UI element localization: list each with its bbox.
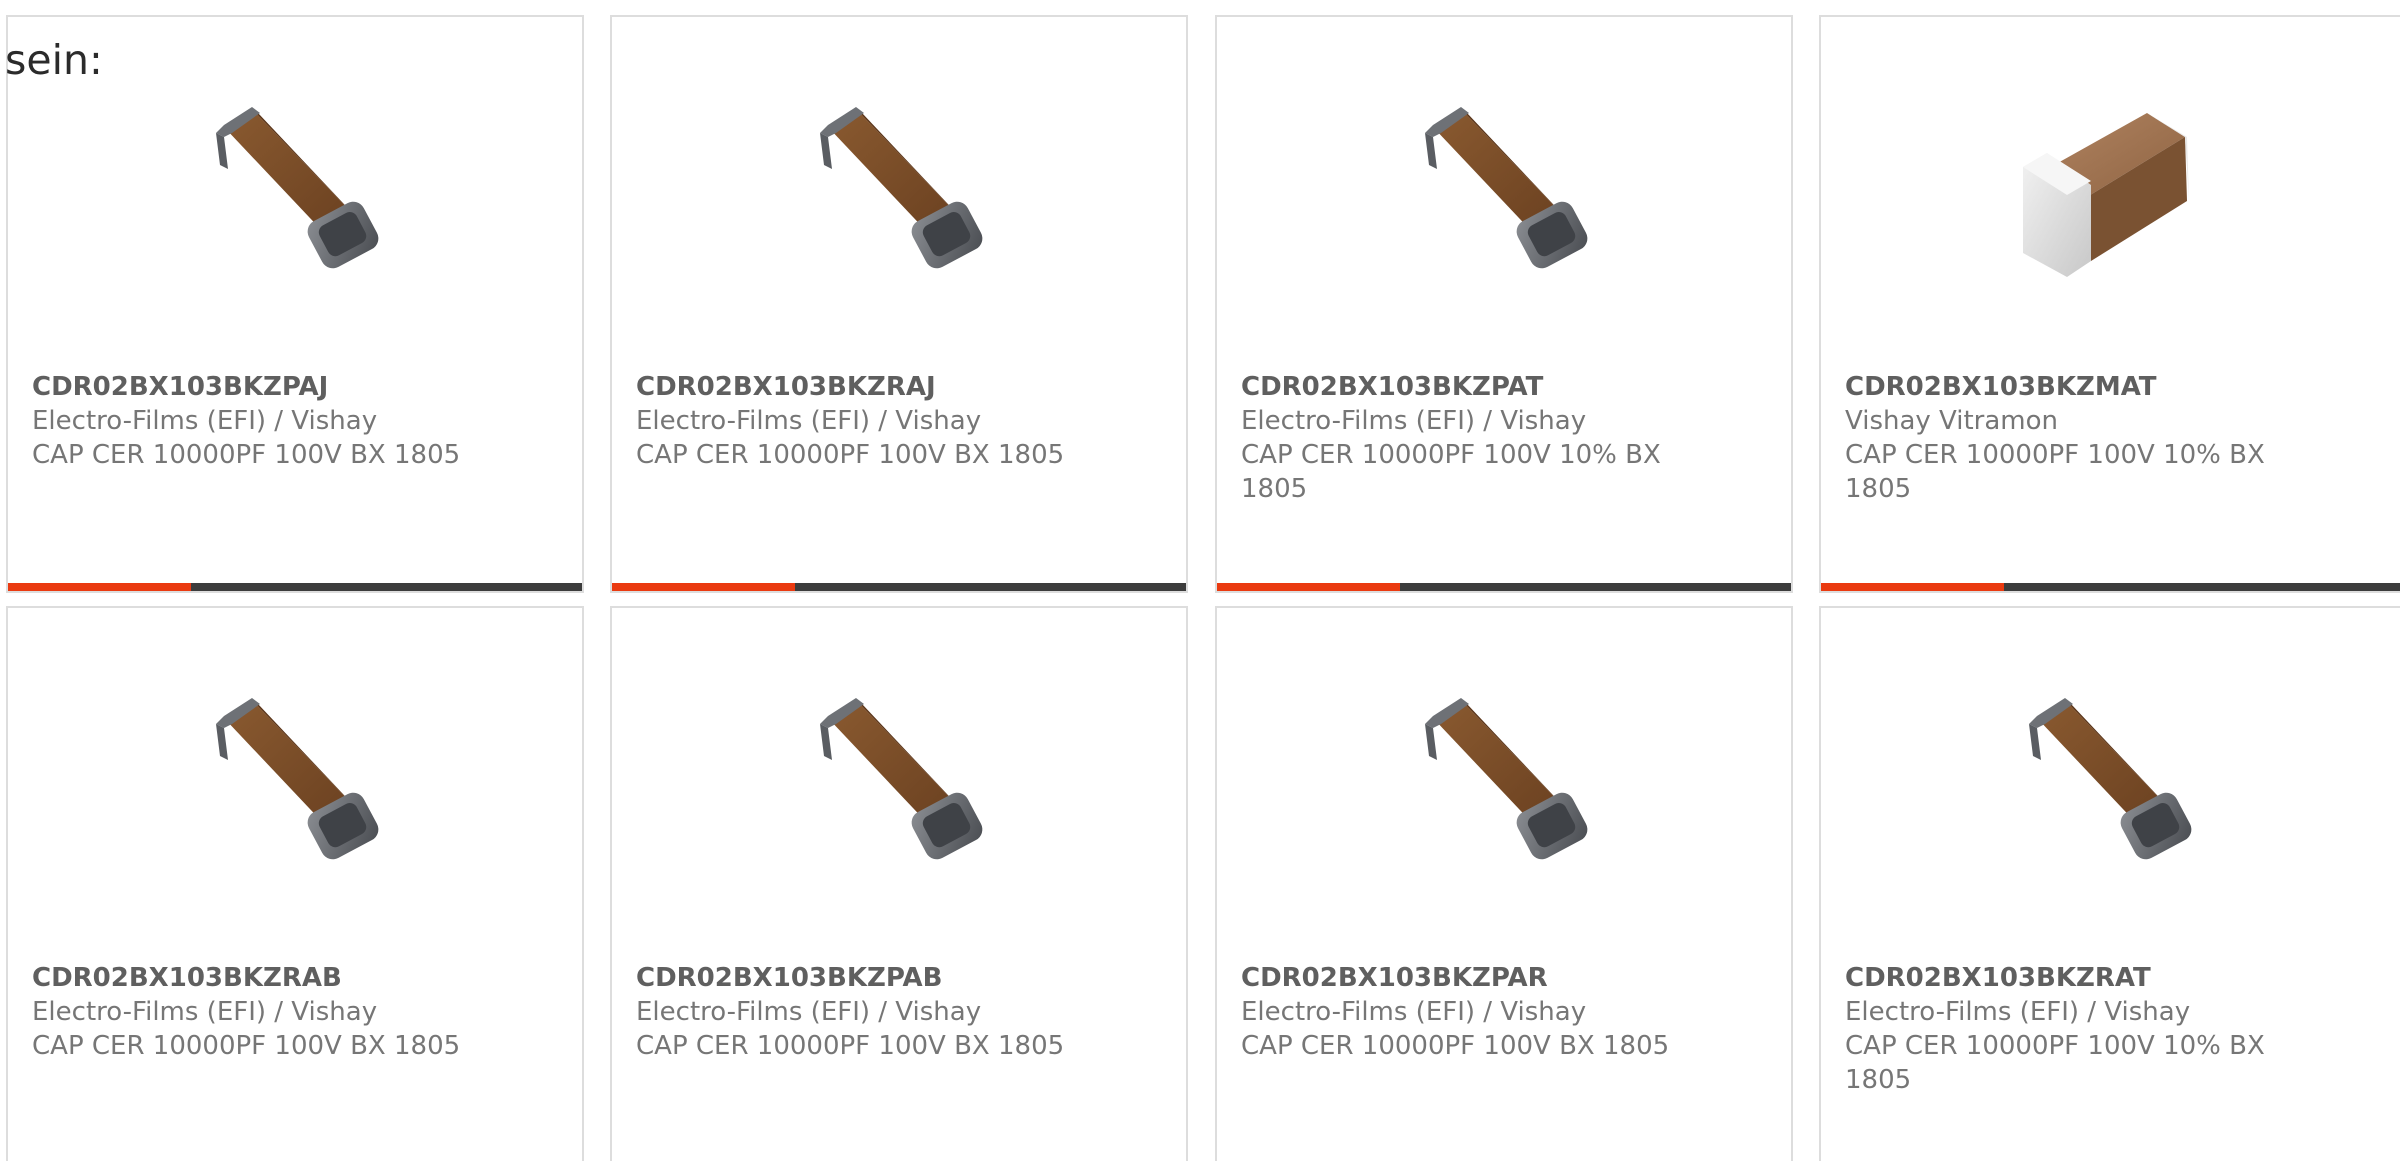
product-info: CDR02BX103BKZPAT Electro-Films (EFI) / V… xyxy=(1241,370,1701,506)
part-number[interactable]: CDR02BX103BKZPAR xyxy=(1241,961,1701,995)
ceramic-capacitor-brown-icon xyxy=(194,676,394,876)
product-info: CDR02BX103BKZRAB Electro-Films (EFI) / V… xyxy=(32,961,492,1063)
product-info: CDR02BX103BKZRAJ Electro-Films (EFI) / V… xyxy=(636,370,1096,472)
part-number[interactable]: CDR02BX103BKZPAT xyxy=(1241,370,1701,404)
card-accent-bar xyxy=(1821,583,2004,591)
product-card[interactable]: CDR02BX103BKZPAB Electro-Films (EFI) / V… xyxy=(610,606,1188,1161)
manufacturer: Vishay Vitramon xyxy=(1845,406,2059,436)
product-info: CDR02BX103BKZPAJ Electro-Films (EFI) / V… xyxy=(32,370,492,472)
product-card[interactable]: CDR02BX103BKZPAR Electro-Films (EFI) / V… xyxy=(1215,606,1793,1161)
manufacturer: Electro-Films (EFI) / Vishay xyxy=(32,406,378,436)
ceramic-capacitor-tan-icon xyxy=(2007,85,2207,285)
product-card[interactable]: CDR02BX103BKZPAT Electro-Films (EFI) / V… xyxy=(1215,15,1793,593)
part-number[interactable]: CDR02BX103BKZRAB xyxy=(32,961,492,995)
product-card[interactable]: CDR02BX103BKZRAB Electro-Films (EFI) / V… xyxy=(6,606,584,1161)
card-bottom-bar xyxy=(612,583,1186,591)
card-bottom-bar xyxy=(1217,583,1791,591)
manufacturer: Electro-Films (EFI) / Vishay xyxy=(1845,997,2191,1027)
ceramic-capacitor-brown-icon xyxy=(2007,676,2207,876)
description: CAP CER 10000PF 100V 10% BX 1805 xyxy=(1845,1031,2265,1095)
product-info: CDR02BX103BKZRAT Electro-Films (EFI) / V… xyxy=(1845,961,2305,1097)
part-number[interactable]: CDR02BX103BKZRAJ xyxy=(636,370,1096,404)
card-accent-bar xyxy=(1217,583,1400,591)
part-number[interactable]: CDR02BX103BKZPAB xyxy=(636,961,1096,995)
product-info: CDR02BX103BKZPAB Electro-Films (EFI) / V… xyxy=(636,961,1096,1063)
card-accent-bar xyxy=(612,583,795,591)
part-number[interactable]: CDR02BX103BKZRAT xyxy=(1845,961,2305,995)
ceramic-capacitor-brown-icon xyxy=(798,676,998,876)
description: CAP CER 10000PF 100V BX 1805 xyxy=(636,440,1065,470)
product-info: CDR02BX103BKZMAT Vishay Vitramon CAP CER… xyxy=(1845,370,2305,506)
ceramic-capacitor-brown-icon xyxy=(1403,85,1603,285)
ceramic-capacitor-brown-icon xyxy=(194,85,394,285)
manufacturer: Electro-Films (EFI) / Vishay xyxy=(32,997,378,1027)
description: CAP CER 10000PF 100V BX 1805 xyxy=(1241,1031,1670,1061)
description: CAP CER 10000PF 100V 10% BX 1805 xyxy=(1845,440,2265,504)
part-number[interactable]: CDR02BX103BKZPAJ xyxy=(32,370,492,404)
description: CAP CER 10000PF 100V BX 1805 xyxy=(32,1031,461,1061)
manufacturer: Electro-Films (EFI) / Vishay xyxy=(636,406,982,436)
ceramic-capacitor-brown-icon xyxy=(1403,676,1603,876)
card-accent-bar xyxy=(8,583,191,591)
product-card[interactable]: CDR02BX103BKZMAT Vishay Vitramon CAP CER… xyxy=(1819,15,2400,593)
product-info: CDR02BX103BKZPAR Electro-Films (EFI) / V… xyxy=(1241,961,1701,1063)
product-card[interactable]: CDR02BX103BKZRAJ Electro-Films (EFI) / V… xyxy=(610,15,1188,593)
intro-text: sein: xyxy=(5,36,103,84)
description: CAP CER 10000PF 100V 10% BX 1805 xyxy=(1241,440,1661,504)
description: CAP CER 10000PF 100V BX 1805 xyxy=(636,1031,1065,1061)
manufacturer: Electro-Films (EFI) / Vishay xyxy=(1241,406,1587,436)
product-card[interactable]: CDR02BX103BKZRAT Electro-Films (EFI) / V… xyxy=(1819,606,2400,1161)
product-grid: sein: CDR02BX103BKZPAJ Electro-Films (EF… xyxy=(0,0,2400,1161)
ceramic-capacitor-brown-icon xyxy=(798,85,998,285)
card-bottom-bar xyxy=(8,583,582,591)
product-card[interactable]: CDR02BX103BKZPAJ Electro-Films (EFI) / V… xyxy=(6,15,584,593)
card-bottom-bar xyxy=(1821,583,2400,591)
manufacturer: Electro-Films (EFI) / Vishay xyxy=(1241,997,1587,1027)
manufacturer: Electro-Films (EFI) / Vishay xyxy=(636,997,982,1027)
description: CAP CER 10000PF 100V BX 1805 xyxy=(32,440,461,470)
part-number[interactable]: CDR02BX103BKZMAT xyxy=(1845,370,2305,404)
